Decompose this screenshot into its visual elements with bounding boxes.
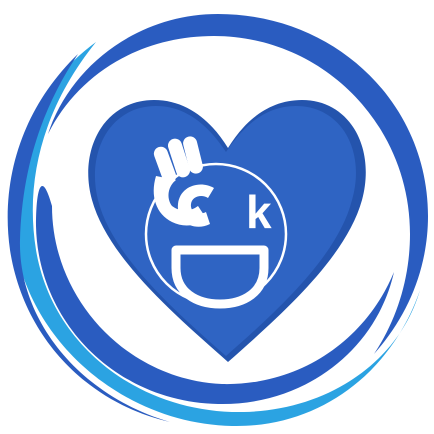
heart-body: [94, 106, 356, 356]
heart-icon: [88, 100, 366, 362]
ck-logo: k: [7, 14, 428, 427]
letter-k: k: [246, 186, 272, 238]
